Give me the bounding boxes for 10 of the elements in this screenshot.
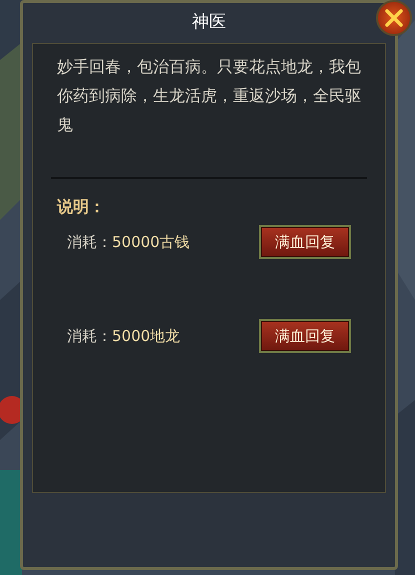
cost-value: 5000地龙 [112, 326, 180, 347]
cost-value: 50000古钱 [112, 232, 190, 253]
cost-label: 消耗： [67, 232, 112, 253]
cost-label: 消耗： [67, 326, 112, 347]
description-text: 妙手回春，包治百病。只要花点地龙，我包你药到病除，生龙活虎，重返沙场，全民驱鬼 [57, 56, 361, 136]
full-heal-button[interactable]: 满血回复 [259, 319, 351, 353]
close-icon [385, 9, 403, 27]
dialog-title: 神医 [192, 11, 226, 34]
full-heal-button[interactable]: 满血回复 [259, 225, 351, 259]
section-title: 说明： [57, 196, 106, 218]
